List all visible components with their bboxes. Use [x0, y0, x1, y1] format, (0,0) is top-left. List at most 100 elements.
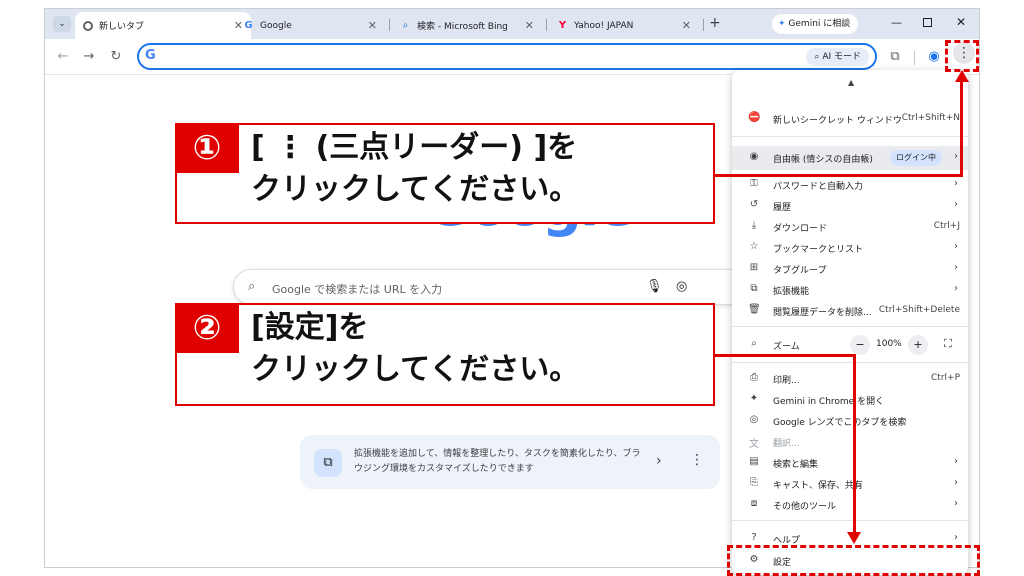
menu-item-profile[interactable]: ◉ 自由帳 (情シスの自由帳) ログイン中 ›: [732, 146, 968, 170]
callout-2-line1: [設定]を: [251, 310, 369, 345]
profile-icon[interactable]: ◉: [926, 49, 942, 65]
tab-title: 検索 - Microsoft Bing: [417, 22, 508, 32]
star-icon: ☆: [749, 241, 759, 252]
menu-item-extensions[interactable]: ⧉ 拡張機能 ›: [732, 279, 968, 300]
callout-step-1: ① [ ⋮ (三点リーダー) ]を クリックしてください。: [175, 123, 715, 224]
chevron-right-icon: ›: [954, 151, 958, 162]
menu-item-more-tools[interactable]: ⧈ その他のツール ›: [732, 494, 968, 515]
chevron-right-icon: ›: [954, 199, 958, 210]
toolbox-icon: ⧈: [750, 498, 758, 509]
callout-step-2: ② [設定]を クリックしてください。: [175, 303, 715, 406]
puzzle-icon: ⧉: [314, 449, 342, 477]
lens-icon: ◎: [749, 414, 759, 425]
forward-icon[interactable]: →: [81, 49, 97, 65]
menu-item-clear-data[interactable]: 🗑 閲覧履歴データを削除... Ctrl+Shift+Delete: [732, 300, 968, 321]
tab-yahoo[interactable]: Y Yahoo! JAPAN ✕: [549, 12, 699, 39]
chevron-right-icon: ›: [954, 498, 958, 509]
help-icon: ?: [751, 532, 757, 543]
gemini-label: Gemini に相談: [788, 19, 851, 29]
trash-icon: 🗑: [748, 304, 761, 315]
chevron-right-icon: ›: [954, 477, 958, 488]
sparkle-icon: ✦: [749, 393, 759, 404]
google-icon: G: [244, 20, 253, 31]
mic-icon[interactable]: 🎙: [646, 279, 663, 294]
menu-item-passwords[interactable]: ⚿ パスワードと自動入力 ›: [732, 174, 968, 195]
address-bar[interactable]: G ⌕ AI モード: [137, 43, 877, 70]
menu-item-google-lens[interactable]: ◎ Google レンズでこのタブを検索: [732, 410, 968, 431]
close-window-button[interactable]: ✕: [956, 15, 966, 29]
maximize-button[interactable]: [923, 18, 932, 27]
menu-item-downloads[interactable]: ⤓ ダウンロード Ctrl+J: [732, 216, 968, 237]
lens-icon[interactable]: ◎: [676, 279, 687, 294]
incognito-icon: ⛔: [748, 112, 761, 123]
kebab-icon[interactable]: ⋮: [690, 452, 704, 468]
extension-promo-tile[interactable]: ⧉ 拡張機能を追加して、情報を整理したり、タスクを簡素化したり、ブラウジング環境…: [300, 435, 720, 489]
search-icon: ⌕: [248, 279, 256, 294]
tab-search-button[interactable]: ⌄: [53, 16, 71, 32]
menu-item-incognito[interactable]: ⛔ 新しいシークレット ウィンドウ Ctrl+Shift+N: [732, 108, 968, 129]
gemini-button[interactable]: ✦ Gemini に相談: [772, 14, 859, 34]
toolbar-divider: [914, 51, 915, 65]
key-icon: ⚿: [750, 178, 758, 189]
menu-item-print[interactable]: ⎙ 印刷... Ctrl+P: [732, 368, 968, 389]
menu-item-cast-save-share[interactable]: ⎘ キャスト、保存、共有 ›: [732, 473, 968, 494]
ntp-search-placeholder: Google で検索または URL を入力: [272, 283, 443, 296]
chevron-down-icon: ⌄: [58, 19, 66, 29]
close-icon[interactable]: ✕: [682, 19, 691, 32]
connector-1-vertical: [960, 80, 963, 177]
tab-strip: ⌄ 新しいタブ ✕ G Google ✕ ⌕ 検索 - Microsoft Bi…: [45, 9, 979, 39]
zoom-icon: ⌕: [751, 338, 757, 349]
cast-icon: ⎘: [750, 477, 758, 488]
chrome-icon: [83, 20, 93, 31]
grid-icon: ⊞: [749, 262, 759, 273]
menu-item-bookmarks[interactable]: ☆ ブックマークとリスト ›: [732, 237, 968, 258]
puzzle-icon: ⧉: [750, 283, 758, 294]
profile-icon: ◉: [749, 151, 759, 162]
close-icon[interactable]: ✕: [525, 19, 534, 32]
tab-title: Google: [260, 20, 292, 31]
download-icon: ⤓: [751, 220, 757, 231]
chevron-right-icon: ›: [954, 262, 958, 273]
menu-item-zoom: ⌕ ズーム − 100% + ⛶: [732, 334, 968, 356]
callout-1-line1: [ ⋮ (三点リーダー) ]を: [251, 130, 578, 165]
ntp-search-box[interactable]: ⌕ Google で検索または URL を入力 🎙 ◎: [233, 269, 773, 305]
tab-google[interactable]: G Google ✕: [235, 12, 385, 39]
callout-2-text: [設定]を クリックしてください。: [251, 307, 579, 391]
callout-1-line2: クリックしてください。: [251, 172, 580, 207]
extensions-icon[interactable]: ⧉: [887, 49, 903, 65]
chevron-right-icon: ›: [954, 456, 958, 467]
fullscreen-icon[interactable]: ⛶: [944, 337, 952, 351]
new-tab-button[interactable]: +: [709, 15, 721, 31]
chevron-right-icon[interactable]: ›: [656, 453, 662, 469]
back-icon[interactable]: ←: [55, 49, 71, 65]
arrow-up-icon: [955, 70, 969, 82]
tab-bing[interactable]: ⌕ 検索 - Microsoft Bing ✕: [392, 12, 542, 39]
print-icon: ⎙: [750, 372, 758, 383]
promo-text: 拡張機能を追加して、情報を整理したり、タスクを簡素化したり、ブラウジング環境をカ…: [354, 449, 641, 474]
menu-item-gemini[interactable]: ✦ Gemini in Chrome を開く: [732, 389, 968, 410]
ai-mode-button[interactable]: ⌕ AI モード: [806, 48, 869, 66]
tab-new-tab[interactable]: 新しいタブ ✕: [75, 12, 251, 39]
sparkle-icon: ✦: [778, 19, 786, 29]
signed-in-badge: ログイン中: [890, 150, 942, 166]
reload-icon[interactable]: ↻: [108, 49, 124, 65]
search-edit-icon: ▤: [749, 456, 759, 467]
chevron-right-icon: ›: [954, 241, 958, 252]
google-icon: G: [145, 48, 156, 63]
zoom-in-button[interactable]: +: [908, 335, 928, 355]
minimize-button[interactable]: —: [891, 16, 902, 29]
connector-1-horizontal: [715, 174, 962, 177]
menu-item-tab-groups[interactable]: ⊞ タブグループ ›: [732, 258, 968, 279]
menu-scroll-up-icon: ▲: [848, 78, 855, 87]
tab-title: 新しいタブ: [99, 22, 145, 32]
connector-2-vertical: [853, 354, 856, 534]
translate-icon: 文: [749, 439, 759, 450]
close-icon[interactable]: ✕: [368, 19, 377, 32]
search-icon: ⌕: [402, 20, 409, 31]
ai-mode-label: AI モード: [822, 52, 861, 62]
menu-item-history[interactable]: ↺ 履歴 ›: [732, 195, 968, 216]
step-number-2: ②: [175, 303, 239, 353]
callout-1-text: [ ⋮ (三点リーダー) ]を クリックしてください。: [251, 127, 579, 211]
menu-item-find-edit[interactable]: ▤ 検索と編集 ›: [732, 452, 968, 473]
zoom-out-button[interactable]: −: [850, 335, 870, 355]
